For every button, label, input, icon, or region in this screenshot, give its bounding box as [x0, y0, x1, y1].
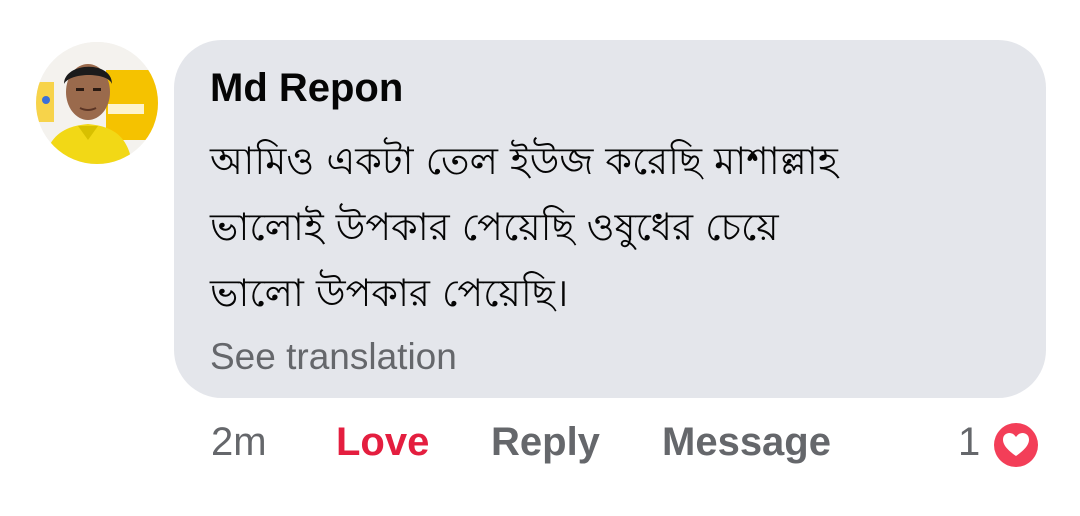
comment-text: আমিও একটা তেল ইউজ করেছি মাশাল্লাহ ভালোই …	[210, 128, 1030, 326]
reaction-count[interactable]: 1	[958, 420, 980, 465]
comment-bubble: Md Repon আমিও একটা তেল ইউজ করেছি মাশাল্ল…	[174, 40, 1046, 398]
see-translation-link[interactable]: See translation	[210, 336, 457, 378]
timestamp[interactable]: 2m	[211, 420, 267, 465]
profile-photo	[36, 42, 158, 164]
love-button[interactable]: Love	[336, 420, 429, 465]
author-name[interactable]: Md Repon	[210, 66, 403, 111]
comment-line: ভালো উপকার পেয়েছি।	[210, 271, 569, 315]
comment-line: আমিও একটা তেল ইউজ করেছি মাশাল্লাহ	[210, 139, 838, 183]
comment-actions: 2m Love Reply Message 1	[0, 420, 1080, 470]
message-button[interactable]: Message	[662, 420, 831, 465]
reply-button[interactable]: Reply	[491, 420, 600, 465]
comment-line: ভালোই উপকার পেয়েছি ওষুধের চেয়ে	[210, 205, 779, 249]
avatar[interactable]	[36, 42, 158, 164]
comment: Md Repon আমিও একটা তেল ইউজ করেছি মাশাল্ল…	[0, 0, 1080, 516]
love-reaction-icon[interactable]	[989, 418, 1043, 472]
